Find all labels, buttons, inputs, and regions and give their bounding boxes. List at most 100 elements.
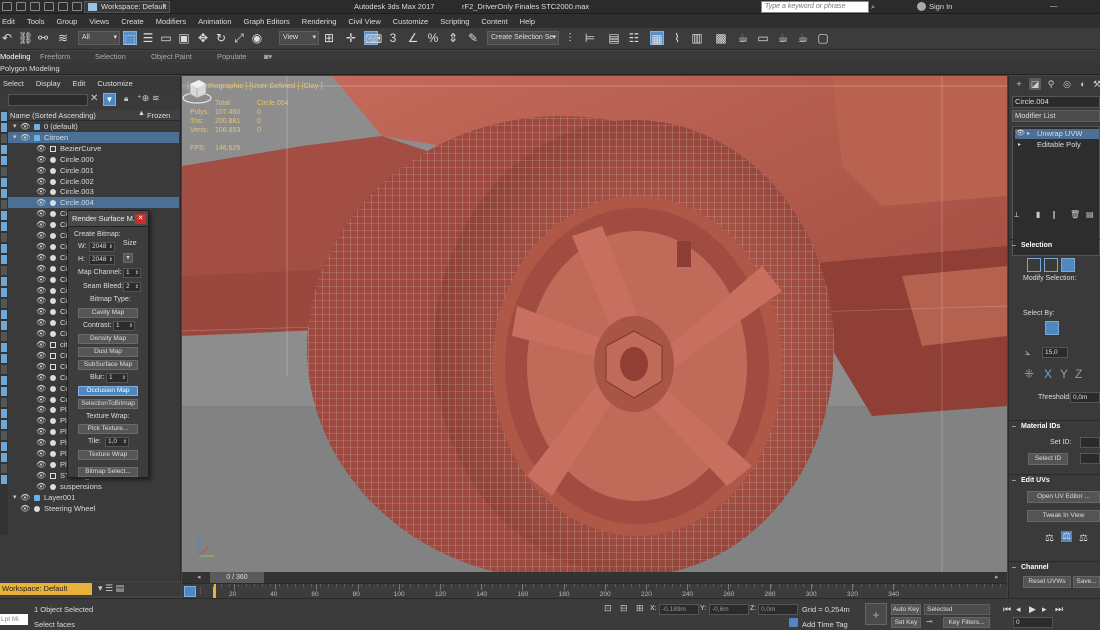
tab-selection[interactable]: Selection — [95, 52, 126, 61]
current-frame-field[interactable]: 0 — [1013, 617, 1053, 628]
pick-texture-button[interactable]: Pick Texture... — [78, 424, 138, 434]
select-by-pattern-icon[interactable]: ⁜ — [1024, 367, 1034, 381]
cavity-map-button[interactable]: Cavity Map — [78, 308, 138, 318]
visibility-eye-icon[interactable]: 👁︎ — [36, 219, 46, 230]
menu-animation[interactable]: Animation — [192, 17, 237, 26]
project-folder-icon[interactable] — [72, 2, 82, 11]
select-move-icon[interactable]: ✥ — [196, 31, 210, 45]
visibility-eye-icon[interactable]: 👁︎ — [36, 306, 46, 317]
menu-group[interactable]: Group — [50, 17, 83, 26]
hierarchy-tab-icon[interactable]: ⚲ — [1045, 78, 1057, 90]
menu-civil-view[interactable]: Civil View — [342, 17, 386, 26]
sign-in-link[interactable]: Sign In — [929, 2, 952, 11]
menu-content[interactable]: Content — [475, 17, 513, 26]
workspace-selector[interactable]: Workspace: Default — [0, 583, 92, 595]
angle-snap-icon[interactable]: ∠ — [406, 31, 420, 45]
quick-peel-icon[interactable]: ⚖ — [1045, 533, 1054, 544]
edit-named-selection-icon[interactable]: ✎ — [466, 31, 480, 45]
set-key-icon[interactable]: + — [865, 603, 887, 625]
search-input[interactable]: Type a keyword or phrase — [761, 1, 869, 13]
menu-scripting[interactable]: Scripting — [434, 17, 475, 26]
menu-modifiers[interactable]: Modifiers — [150, 17, 192, 26]
render-production-icon[interactable]: ☕ — [776, 31, 790, 45]
selection-lock-icon[interactable]: ⊟ — [620, 603, 628, 614]
visibility-eye-icon[interactable]: 👁︎ — [36, 459, 46, 470]
select-by-element-icon[interactable] — [1045, 321, 1059, 335]
add-layer-icon[interactable]: ⁺⊕ — [137, 93, 149, 104]
visibility-eye-icon[interactable]: 👁︎ — [36, 274, 46, 285]
stack-item-unwrap-uvw[interactable]: 👁︎ ▸ Unwrap UVW — [1015, 129, 1099, 139]
open-uv-editor-button[interactable]: Open UV Editor ... — [1027, 491, 1100, 503]
tree-row[interactable]: 👁︎ Circle.004 — [0, 197, 179, 209]
visibility-eye-icon[interactable]: 👁︎ — [36, 295, 46, 306]
display-tab-icon[interactable]: ◐ — [1077, 78, 1089, 90]
tab-modeling[interactable]: Modeling — [0, 52, 30, 61]
quick-map-icon[interactable]: ⚖ — [1079, 533, 1088, 544]
layers-icon[interactable]: ≋ — [152, 93, 160, 104]
workspace-dropdown[interactable]: Workspace: Default ▾ — [84, 1, 170, 13]
object-name-field[interactable]: Circle.004 — [1012, 96, 1100, 108]
x-coord-field[interactable]: -0,189m — [659, 604, 699, 615]
visibility-eye-icon[interactable]: 👁︎ — [36, 252, 46, 263]
blur-spinner[interactable]: 1 ⇕ — [106, 373, 128, 383]
visibility-eye-icon[interactable]: 👁︎ — [36, 143, 46, 154]
next-frame-icon[interactable]: ▸ — [995, 573, 999, 581]
spinner-snap-icon[interactable]: ⇕ — [446, 31, 460, 45]
tree-row[interactable]: 👁︎ Steering Wheel — [0, 503, 179, 514]
visibility-eye-icon[interactable]: 👁︎ — [36, 394, 46, 405]
workspace-menu-icon[interactable]: ▾ ☰ ▤ — [98, 583, 124, 594]
rendered-frame-window-icon[interactable]: ▭ — [756, 31, 770, 45]
set-key-button[interactable]: Set Key — [891, 617, 921, 628]
lock-icon[interactable]: 🔒︎ — [124, 94, 128, 104]
maxscript-listener-input[interactable]: Lpt Mi — [0, 614, 28, 625]
tree-row[interactable]: ▾ 👁︎ Citroen — [0, 131, 179, 143]
configure-sets-icon[interactable]: ▤ — [1086, 210, 1094, 219]
show-end-result-icon[interactable]: ▮ — [1036, 210, 1040, 219]
map-channel-spinner[interactable]: 1 ⇕ — [123, 268, 141, 278]
seam-bleed-spinner[interactable]: 2 ⇕ — [123, 282, 141, 292]
motion-tab-icon[interactable]: ◎ — [1061, 78, 1073, 90]
visibility-eye-icon[interactable]: 👁︎ — [36, 448, 46, 459]
selection-to-bitmap-button[interactable]: SelectionToBitmap — [78, 399, 138, 409]
visibility-eye-icon[interactable]: 👁︎ — [20, 121, 30, 132]
menu-graph-editors[interactable]: Graph Editors — [238, 17, 296, 26]
visibility-eye-icon[interactable]: 👁︎ — [36, 415, 46, 426]
explorer-filter-input[interactable] — [8, 94, 88, 106]
menu-customize[interactable]: Customize — [387, 17, 434, 26]
viewcube-icon[interactable] — [182, 76, 212, 106]
time-slider-thumb[interactable]: 0 / 360 — [210, 572, 264, 583]
render-in-cloud-icon[interactable]: ▢ — [816, 31, 830, 45]
dust-map-button[interactable]: Dust Map — [78, 347, 138, 357]
texture-wrap-button[interactable]: Texture Wrap — [78, 450, 138, 460]
close-icon[interactable]: ✕ — [135, 214, 146, 224]
tile-spinner[interactable]: 1,0 ⇕ — [105, 437, 129, 447]
mini-curve-editor-icon[interactable] — [184, 586, 196, 597]
menu-tools[interactable]: Tools — [21, 17, 51, 26]
save-file-icon[interactable] — [30, 2, 40, 11]
isolate-selection-icon[interactable]: ⊡ — [604, 603, 612, 614]
perspective-viewport[interactable]: [+] [Orthographic ] [User Defined ] [Cla… — [182, 76, 1007, 572]
visibility-eye-icon[interactable]: 👁︎ — [36, 361, 46, 372]
add-time-tag-button[interactable]: Add Time Tag — [802, 620, 848, 629]
curve-editor-icon[interactable]: ⌇ — [670, 31, 684, 45]
next-key-icon[interactable]: ▸ — [1042, 604, 1047, 615]
width-spinner[interactable]: 2048 ⇕ — [89, 242, 115, 252]
edit-uvs-rollout[interactable]: – Edit UVs — [1009, 474, 1100, 486]
visibility-eye-icon[interactable]: 👁︎ — [20, 492, 30, 503]
visibility-eye-icon[interactable]: 👁︎ — [36, 241, 46, 252]
visibility-eye-icon[interactable]: 👁︎ — [36, 328, 46, 339]
material-editor-icon[interactable]: ▩ — [714, 31, 728, 45]
visibility-eye-icon[interactable]: 👁︎ — [36, 197, 46, 208]
set-id-spinner[interactable] — [1080, 437, 1100, 448]
visibility-eye-icon[interactable]: 👁︎ — [36, 317, 46, 328]
select-manipulate-icon[interactable]: ✛ — [344, 31, 358, 45]
select-id-spinner[interactable] — [1080, 453, 1100, 464]
create-tab-icon[interactable]: + — [1013, 78, 1025, 90]
subsurface-map-button[interactable]: SubSurface Map — [78, 360, 138, 370]
selection-rollout[interactable]: – Selection — [1009, 239, 1100, 251]
y-coord-field[interactable]: -0,6m — [709, 604, 749, 615]
utilities-tab-icon[interactable]: ⚒ — [1091, 78, 1100, 90]
visibility-eye-icon[interactable]: 👁︎ — [36, 154, 46, 165]
expand-icon[interactable]: ▸ — [1018, 140, 1021, 150]
save-uvw-button[interactable]: Save... — [1073, 576, 1100, 588]
